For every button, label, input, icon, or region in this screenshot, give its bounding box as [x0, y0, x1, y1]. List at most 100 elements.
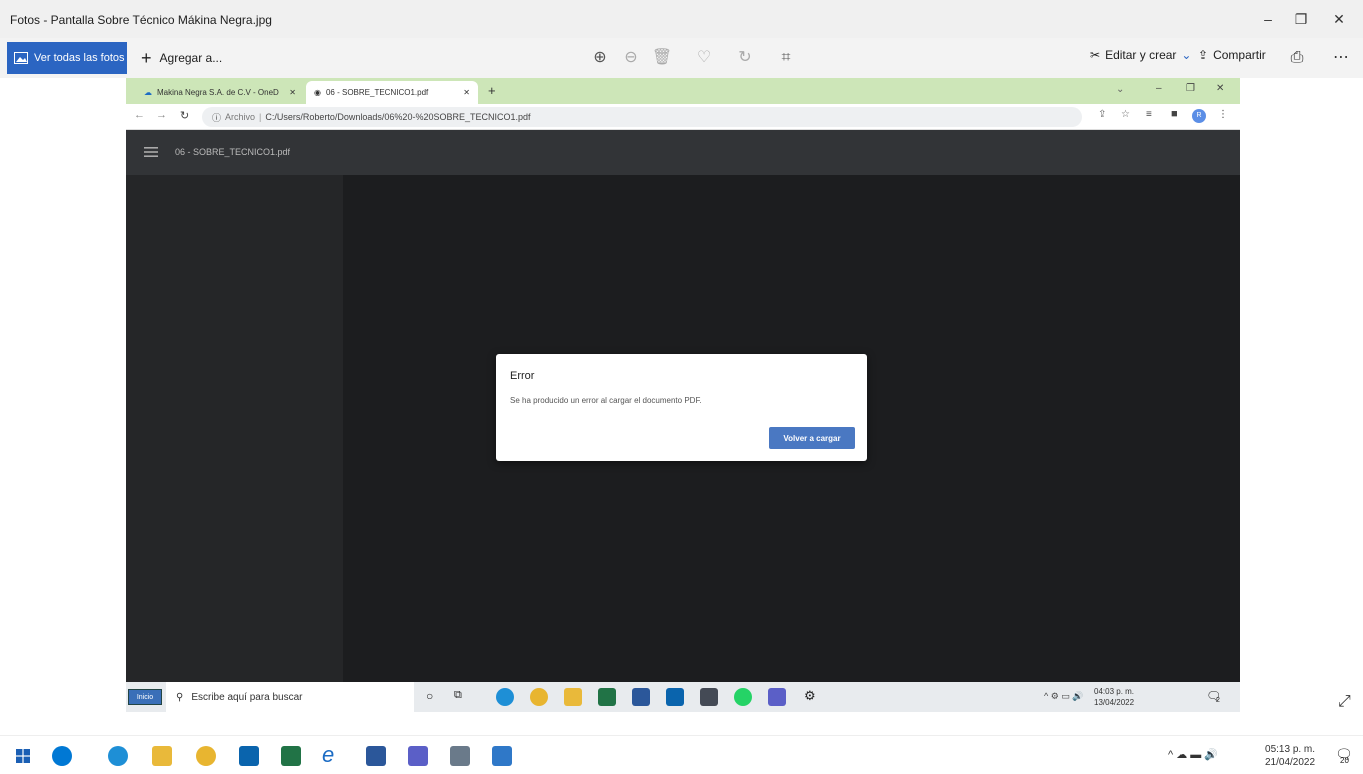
edit-icon: ✂ [1090, 48, 1101, 62]
task-view-icon[interactable]: ⧉ [454, 689, 462, 702]
search-icon: ⚲ [176, 691, 184, 703]
info-icon: ⓘ [212, 112, 222, 123]
cortana-icon[interactable]: ○ [426, 689, 433, 703]
menu-kebab-icon[interactable]: ⋮ [1218, 109, 1228, 120]
chrome-icon[interactable] [530, 688, 548, 706]
skype-icon[interactable] [52, 746, 72, 766]
excel-icon[interactable] [598, 688, 616, 706]
excel-icon[interactable] [281, 746, 301, 766]
browser-tab-onedrive[interactable]: ☁ Makina Negra S.A. de C.V - OneD ✕ [136, 81, 304, 104]
word-icon[interactable] [366, 746, 386, 766]
file-explorer-icon[interactable] [152, 746, 172, 766]
taskbar-time: 05:13 p. m. [1265, 744, 1316, 755]
word-icon[interactable] [632, 688, 650, 706]
windows-start-icon[interactable] [16, 749, 30, 763]
outlook-icon[interactable] [666, 688, 684, 706]
fullscreen-expand-icon[interactable]: ⤢ [1338, 693, 1351, 711]
whatsapp-icon[interactable] [734, 688, 752, 706]
tab-search-icon[interactable]: ⌄ [1116, 84, 1124, 95]
url-prefix: Archivo [225, 112, 256, 122]
side-panel-icon[interactable]: ■ [1171, 108, 1178, 120]
share-icon: ⇪ [1198, 48, 1209, 62]
add-to-label: Agregar a... [159, 51, 223, 65]
browser-tabbar: ☁ Makina Negra S.A. de C.V - OneD ✕ ◉ 06… [126, 78, 1240, 104]
inner-date: 13/04/2022 [1094, 698, 1135, 707]
inner-search-placeholder: Escribe aquí para buscar [191, 691, 303, 703]
new-tab-icon[interactable]: + [488, 83, 496, 98]
edge-icon[interactable] [496, 688, 514, 706]
zoom-out-icon[interactable]: ⊖ [620, 47, 642, 69]
teams-icon[interactable] [408, 746, 428, 766]
maximize-icon[interactable]: ❐ [1186, 83, 1195, 94]
inner-notification-count: 2 [1216, 697, 1220, 704]
edit-create-label: Editar y crear [1105, 48, 1177, 62]
url-field[interactable]: ⓘ Archivo | C:/Users/Roberto/Downloads/0… [202, 107, 1082, 127]
forward-icon[interactable]: → [156, 109, 167, 121]
edit-create-button[interactable]: ✂ Editar y crear ⌄ [1090, 48, 1191, 62]
more-icon[interactable]: ⋯ [1330, 47, 1352, 69]
photos-titlebar: Fotos - Pantalla Sobre Técnico Mákina Ne… [0, 0, 1363, 38]
chrome-icon[interactable] [196, 746, 216, 766]
reload-icon[interactable]: ↻ [180, 109, 189, 122]
calendar-icon[interactable] [450, 746, 470, 766]
all-photos-label: Ver todas las fotos [34, 52, 125, 64]
error-dialog: Error Se ha producido un error al cargar… [496, 354, 867, 461]
profile-avatar[interactable]: R [1192, 109, 1206, 123]
url-text: C:/Users/Roberto/Downloads/06%20-%20SOBR… [265, 112, 531, 122]
tab-label: 06 - SOBRE_TECNICO1.pdf [325, 88, 429, 97]
inner-start-button[interactable]: Inicio [128, 689, 162, 705]
calendar-icon[interactable] [700, 688, 718, 706]
all-photos-button[interactable]: Ver todas las fotos [7, 42, 127, 74]
share-label: Compartir [1213, 48, 1266, 62]
outlook-icon[interactable] [239, 746, 259, 766]
tab-close-icon[interactable]: ✕ [463, 88, 470, 97]
maximize-icon[interactable]: ❐ [1290, 8, 1312, 30]
taskbar-clock[interactable]: 05:13 p. m. 21/04/2022 [1265, 743, 1315, 769]
minimize-icon[interactable]: – [1257, 8, 1279, 30]
inner-search-box[interactable]: ⚲ Escribe aquí para buscar [166, 682, 414, 712]
file-explorer-icon[interactable] [564, 688, 582, 706]
photo-viewport: ☁ Makina Negra S.A. de C.V - OneD ✕ ◉ 06… [126, 78, 1240, 712]
pdf-file-title: 06 - SOBRE_TECNICO1.pdf [175, 147, 291, 157]
internet-explorer-icon[interactable]: e [322, 742, 334, 768]
add-to-button[interactable]: + Agregar a... [141, 46, 222, 70]
plus-icon: + [141, 47, 152, 68]
system-tray-icons[interactable]: ^ ☁ ▬ 🔊 [1168, 748, 1218, 761]
dialog-message: Se ha producido un error al cargar el do… [510, 396, 702, 405]
inner-clock[interactable]: 04:03 p. m. 13/04/2022 [1094, 686, 1134, 708]
share-button[interactable]: ⇪ Compartir [1198, 48, 1266, 62]
teams-icon[interactable] [768, 688, 786, 706]
share-icon[interactable]: ⇪ [1098, 109, 1106, 120]
url-separator: | [259, 112, 262, 122]
photos-icon[interactable] [492, 746, 512, 766]
tab-close-icon[interactable]: ✕ [289, 88, 296, 97]
system-tray-icons[interactable]: ^ ⚙ ▭ 🔊 [1044, 691, 1084, 702]
window-title: Fotos - Pantalla Sobre Técnico Mákina Ne… [10, 13, 272, 27]
close-icon[interactable]: ✕ [1216, 83, 1224, 94]
pdf-toolbar: 06 - SOBRE_TECNICO1.pdf [126, 130, 1240, 175]
reading-list-icon[interactable]: ≡ [1146, 109, 1152, 120]
rotate-icon[interactable]: ↻ [734, 47, 756, 69]
crop-icon[interactable]: ⌗ [775, 47, 797, 69]
windows-taskbar: e ^ ☁ ▬ 🔊 05:13 p. m. 21/04/2022 🗨 20 [0, 735, 1363, 774]
inner-taskbar: Inicio ⚲ Escribe aquí para buscar ○ ⧉ ⚙ … [126, 682, 1240, 712]
hamburger-icon[interactable] [144, 146, 158, 158]
inner-time: 04:03 p. m. [1094, 687, 1135, 696]
taskbar-date: 21/04/2022 [1265, 757, 1316, 768]
print-icon[interactable]: ⎙ [1286, 47, 1308, 69]
edge-icon[interactable] [108, 746, 128, 766]
settings-gear-icon[interactable]: ⚙ [804, 688, 816, 704]
zoom-in-icon[interactable]: ⊕ [589, 47, 611, 69]
favorite-icon[interactable]: ♡ [693, 47, 715, 69]
tab-label: Makina Negra S.A. de C.V - OneD [157, 88, 279, 97]
browser-tab-pdf[interactable]: ◉ 06 - SOBRE_TECNICO1.pdf ✕ [306, 81, 478, 104]
browser-addressbar: ← → ↻ ⓘ Archivo | C:/Users/Roberto/Downl… [126, 104, 1240, 130]
reload-button[interactable]: Volver a cargar [769, 427, 855, 449]
delete-icon[interactable]: 🗑 [651, 47, 673, 69]
close-icon[interactable]: ✕ [1328, 8, 1350, 30]
bookmark-star-icon[interactable]: ☆ [1121, 109, 1130, 120]
minimize-icon[interactable]: – [1156, 83, 1162, 94]
taskbar-notification-count: 20 [1340, 756, 1349, 765]
photos-icon [14, 52, 28, 64]
back-icon[interactable]: ← [134, 109, 145, 121]
